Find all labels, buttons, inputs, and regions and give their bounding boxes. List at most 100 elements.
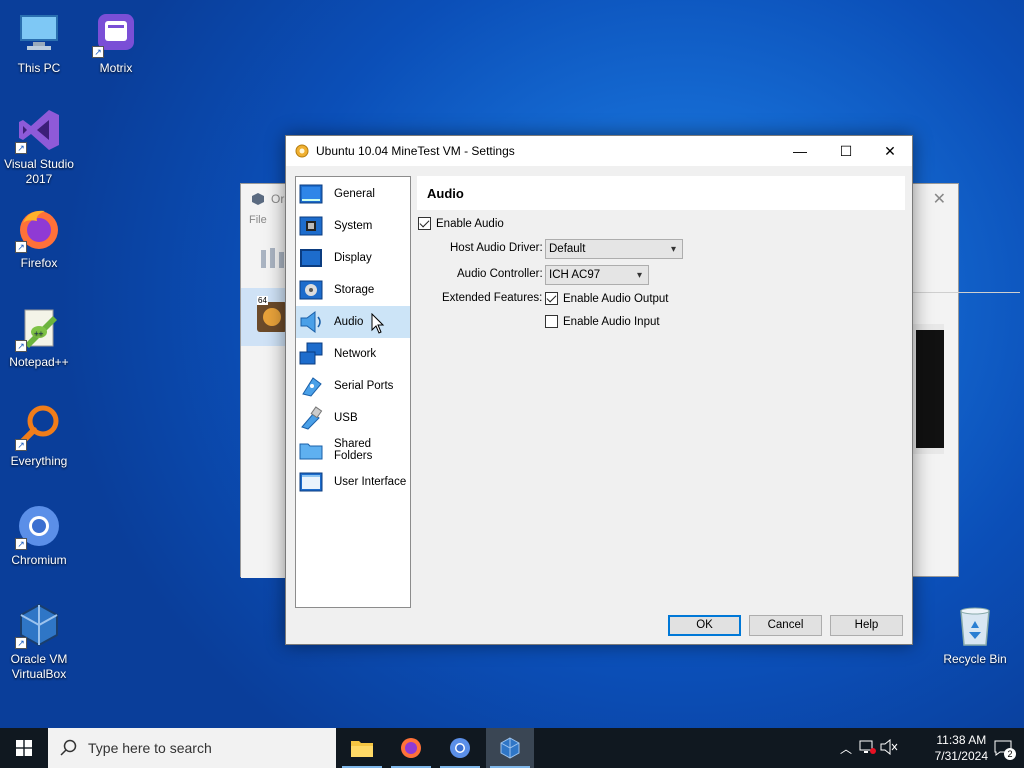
desktop-icon-label: 2017: [25, 172, 53, 186]
gear-icon: [294, 143, 310, 159]
nav-item-network[interactable]: Network: [296, 338, 410, 370]
enable-input-row[interactable]: Enable Audio Input: [545, 315, 660, 328]
notepad-plus-plus-icon: ++ ↗: [15, 304, 63, 352]
nav-label: Storage: [334, 284, 375, 296]
settings-dialog[interactable]: Ubuntu 10.04 MineTest VM - Settings — ☐ …: [285, 135, 913, 645]
desktop-icon-label: Recycle Bin: [943, 652, 1007, 666]
enable-audio-label[interactable]: Enable Audio: [436, 218, 504, 230]
chevron-down-icon: ▾: [670, 244, 676, 255]
notification-center-button[interactable]: 2: [988, 728, 1018, 768]
user-interface-icon: [299, 470, 323, 494]
host-audio-driver-select[interactable]: Default ▾: [545, 239, 683, 259]
nav-item-usb[interactable]: USB: [296, 402, 410, 434]
desktop-icon-label: Motrix: [99, 61, 133, 75]
desktop-icon-chromium[interactable]: ↗ Chromium: [1, 502, 77, 568]
desktop-icon-motrix[interactable]: ↗ Motrix: [78, 10, 154, 76]
nav-label: General: [334, 188, 375, 200]
close-button[interactable]: ✕: [867, 136, 913, 166]
clock-date: 7/31/2024: [934, 749, 988, 763]
network-status-icon[interactable]: [858, 739, 880, 758]
virtualbox-icon: ↗: [15, 601, 63, 649]
enable-audio-input-label[interactable]: Enable Audio Input: [563, 316, 660, 328]
nav-item-storage[interactable]: Storage: [296, 274, 410, 306]
audio-speaker-icon: [299, 310, 323, 334]
serial-ports-icon: [299, 374, 323, 398]
host-audio-driver-value: Default: [549, 243, 586, 255]
desktop-icon-everything[interactable]: ↗ Everything: [1, 403, 77, 469]
enable-audio-input-checkbox[interactable]: [545, 315, 558, 328]
desktop-icon-visual-studio[interactable]: ↗ Visual Studio 2017: [1, 106, 77, 187]
virtualbox-icon: [251, 192, 265, 206]
clock-time: 11:38 AM: [936, 733, 987, 747]
nav-item-audio[interactable]: Audio: [296, 306, 410, 338]
taskbar-firefox[interactable]: [387, 728, 435, 768]
enable-audio-row[interactable]: Enable Audio: [418, 217, 504, 230]
desktop-icon-recycle-bin[interactable]: Recycle Bin: [937, 601, 1013, 667]
ok-button[interactable]: OK: [668, 615, 741, 636]
desktop-icon-label: Everything: [10, 454, 68, 468]
desktop-icon-label: Chromium: [11, 553, 67, 567]
dialog-titlebar[interactable]: Ubuntu 10.04 MineTest VM - Settings — ☐ …: [286, 136, 912, 166]
desktop-icon-label: This PC: [17, 61, 61, 75]
tools-icon[interactable]: [259, 244, 287, 274]
virtualbox-icon: [500, 737, 520, 759]
nav-item-user-interface[interactable]: User Interface: [296, 466, 410, 498]
nav-label: Display: [334, 252, 372, 264]
settings-nav[interactable]: General System Display Storage Audio Net…: [295, 176, 411, 608]
nav-label: System: [334, 220, 373, 232]
audio-controller-select[interactable]: ICH AC97 ▾: [545, 265, 649, 285]
file-explorer-icon: [351, 741, 373, 757]
desktop-icon-firefox[interactable]: ↗ Firefox: [1, 205, 77, 271]
enable-audio-checkbox[interactable]: [418, 217, 431, 230]
taskbar-virtualbox[interactable]: [486, 728, 534, 768]
nav-item-general[interactable]: General: [296, 178, 410, 210]
dialog-title-group: Ubuntu 10.04 MineTest VM - Settings: [294, 143, 515, 159]
desktop-icon-notepad-plus-plus[interactable]: ++ ↗ Notepad++: [1, 304, 77, 370]
search-icon: [60, 739, 78, 757]
display-icon: [299, 246, 323, 270]
taskbar-search-box[interactable]: Type here to search: [48, 728, 336, 768]
search-placeholder: Type here to search: [88, 740, 212, 756]
visual-studio-icon: ↗: [15, 106, 63, 154]
desktop-icon-virtualbox[interactable]: ↗ Oracle VM VirtualBox: [1, 601, 77, 682]
audio-controller-value: ICH AC97: [549, 269, 601, 281]
nav-item-serial-ports[interactable]: Serial Ports: [296, 370, 410, 402]
volume-muted-icon[interactable]: [880, 738, 900, 758]
host-driver-label: Host Audio Driver:: [450, 242, 543, 254]
taskbar: Type here to search ︿ 11:38 AM 7/31/2024…: [0, 728, 1024, 768]
shortcut-arrow-icon: ↗: [92, 46, 104, 58]
chevron-up-icon[interactable]: ︿: [838, 740, 854, 757]
everything-search-icon: ↗: [15, 403, 63, 451]
enable-output-row[interactable]: Enable Audio Output: [545, 292, 669, 305]
nav-label: Shared Folders: [334, 438, 373, 462]
shortcut-arrow-icon: ↗: [15, 142, 27, 154]
enable-audio-output-label[interactable]: Enable Audio Output: [563, 293, 669, 305]
chevron-down-icon: ▾: [636, 270, 642, 281]
help-button[interactable]: Help: [830, 615, 903, 636]
taskbar-clock[interactable]: 11:38 AM 7/31/2024: [935, 732, 988, 764]
desktop-icon-label: VirtualBox: [11, 667, 67, 681]
shortcut-arrow-icon: ↗: [15, 241, 27, 253]
shortcut-arrow-icon: ↗: [15, 538, 27, 550]
enable-audio-output-checkbox[interactable]: [545, 292, 558, 305]
desktop-icon-this-pc[interactable]: This PC: [1, 10, 77, 76]
motrix-icon: ↗: [92, 10, 140, 58]
taskbar-chromium[interactable]: [436, 728, 484, 768]
maximize-button[interactable]: ☐: [823, 136, 869, 166]
vm-preview: [910, 324, 944, 454]
shared-folder-icon: [299, 438, 323, 462]
desktop-icon-label: Firefox: [20, 256, 58, 270]
minimize-button[interactable]: —: [777, 136, 823, 166]
mouse-cursor-icon: [371, 312, 385, 335]
nav-item-shared-folders[interactable]: Shared Folders: [296, 434, 410, 466]
start-button[interactable]: [0, 728, 48, 768]
nav-item-system[interactable]: System: [296, 210, 410, 242]
shortcut-arrow-icon: ↗: [15, 439, 27, 451]
system-tray: ︿: [838, 728, 900, 768]
audio-controller-label: Audio Controller:: [457, 268, 543, 280]
cancel-button[interactable]: Cancel: [749, 615, 822, 636]
close-icon[interactable]: ✕: [933, 189, 946, 209]
nav-item-display[interactable]: Display: [296, 242, 410, 274]
nav-label: Serial Ports: [334, 380, 394, 392]
taskbar-file-explorer[interactable]: [338, 728, 386, 768]
